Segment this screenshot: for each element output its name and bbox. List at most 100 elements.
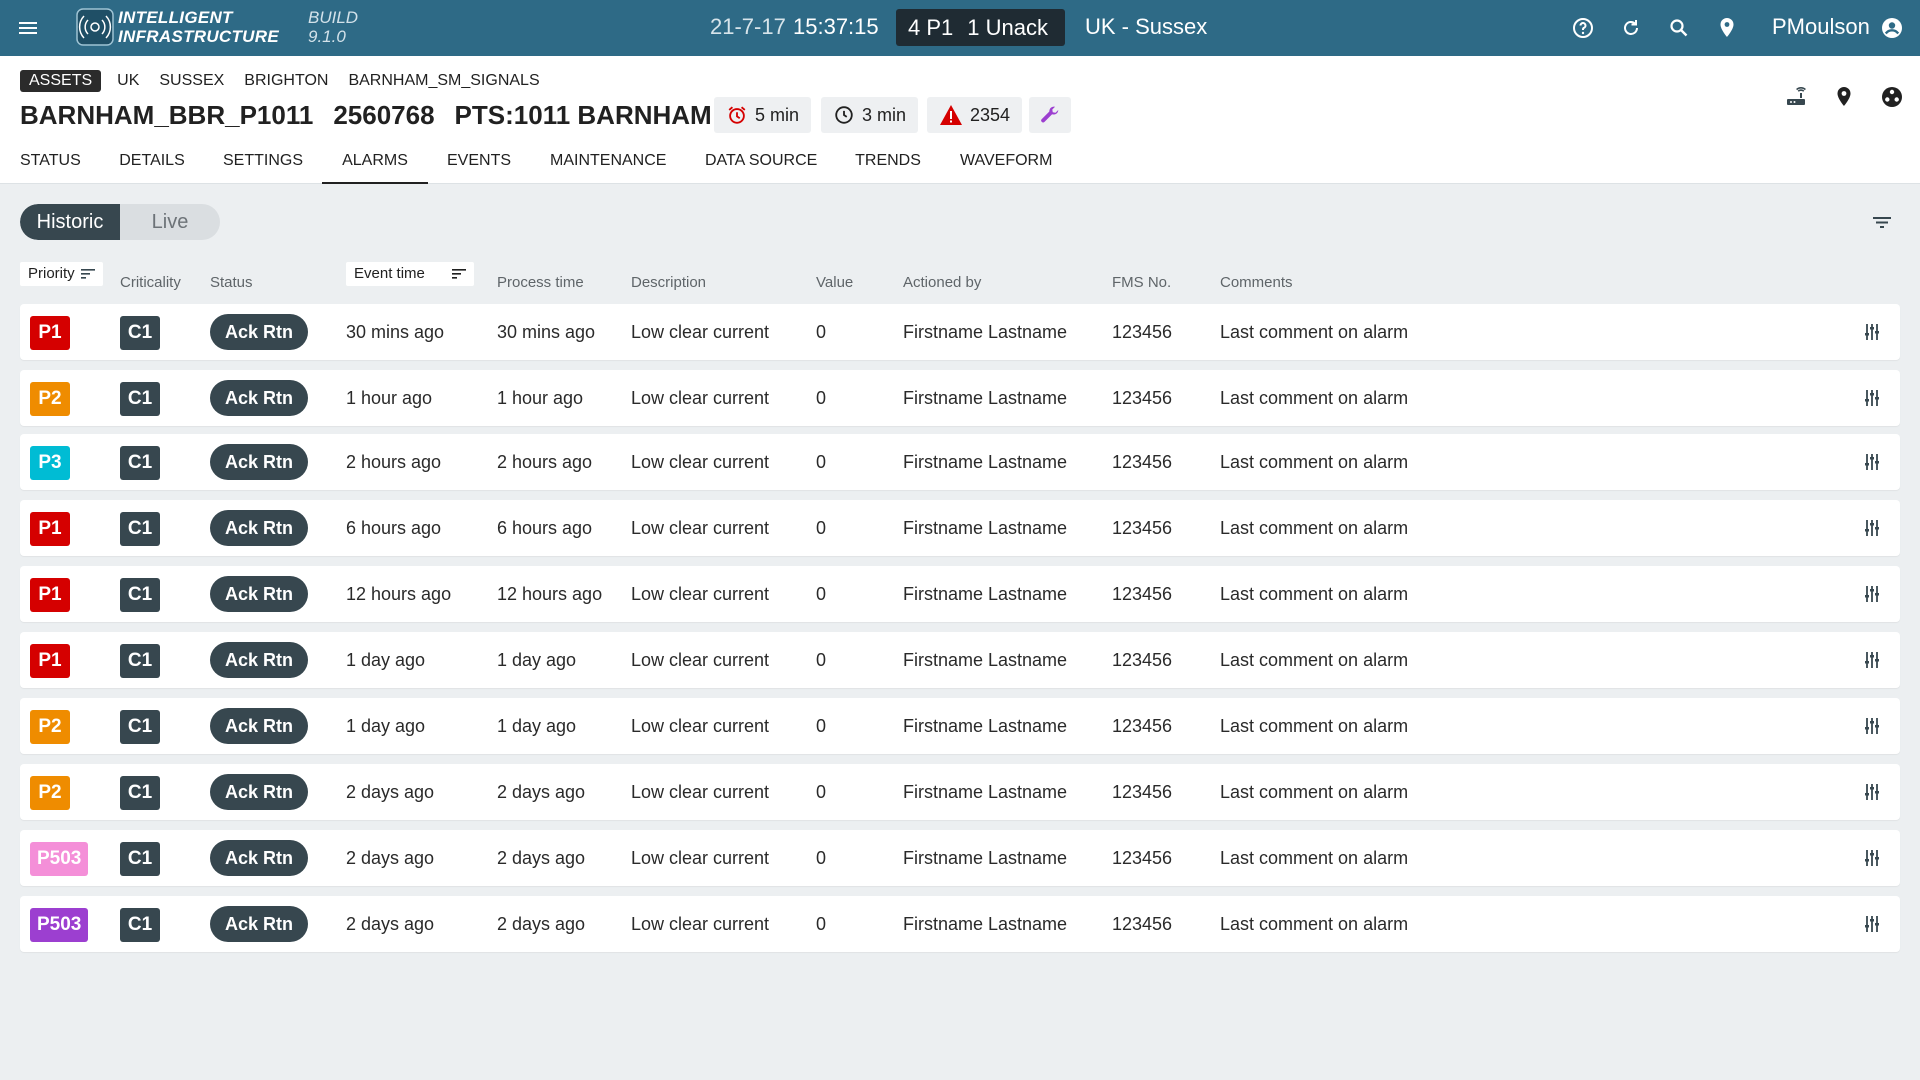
table-row[interactable]: P1 C1 Ack Rtn 12 hours ago 12 hours ago … (20, 566, 1900, 622)
value-column-header[interactable]: Value (816, 274, 853, 291)
breadcrumb-item[interactable]: BARNHAM_SM_SIGNALS (348, 72, 539, 90)
priority-column-header[interactable]: Priority (20, 262, 103, 286)
criticality-column-header[interactable]: Criticality (120, 274, 181, 291)
breadcrumb-item[interactable]: SUSSEX (159, 72, 224, 90)
tune-icon[interactable] (1860, 386, 1884, 410)
region-label[interactable]: UK - Sussex (1085, 14, 1207, 40)
process-time-cell: 2 hours ago (497, 452, 593, 472)
clock-interval-chip[interactable]: 3 min (821, 97, 919, 133)
tune-icon[interactable] (1860, 912, 1884, 936)
process-time-cell: 2 days ago (497, 782, 586, 802)
breadcrumb-item[interactable]: UK (117, 72, 139, 90)
hub-icon[interactable] (1880, 85, 1904, 109)
table-row[interactable]: P503 C1 Ack Rtn 2 days ago 2 days ago Lo… (20, 896, 1900, 952)
comments-cell: Last comment on alarm (1220, 388, 1409, 408)
map-pin-icon[interactable] (1832, 85, 1856, 109)
fms-no-cell: 123456 (1112, 848, 1173, 868)
value-cell: 0 (816, 848, 827, 868)
table-row[interactable]: P1 C1 Ack Rtn 6 hours ago 6 hours ago Lo… (20, 500, 1900, 556)
value-cell: 0 (816, 650, 827, 670)
tune-icon[interactable] (1860, 516, 1884, 540)
tune-icon[interactable] (1860, 714, 1884, 738)
breadcrumb-assets-tag[interactable]: ASSETS (20, 70, 102, 92)
location-pin-icon[interactable] (1715, 16, 1739, 40)
comments-column-header[interactable]: Comments (1220, 274, 1293, 291)
help-icon[interactable] (1571, 16, 1595, 40)
build-version: 9.1.0 (308, 27, 346, 46)
criticality-badge: C1 (120, 446, 160, 480)
description-column-header[interactable]: Description (631, 274, 706, 291)
tab-maintenance[interactable]: MAINTENANCE (550, 144, 666, 184)
table-row[interactable]: P503 C1 Ack Rtn 2 days ago 2 days ago Lo… (20, 830, 1900, 886)
value-cell: 0 (816, 716, 827, 736)
comments-cell: Last comment on alarm (1220, 848, 1409, 868)
warning-count-chip[interactable]: 2354 (927, 97, 1023, 133)
table-row[interactable]: P2 C1 Ack Rtn 1 day ago 1 day ago Low cl… (20, 698, 1900, 754)
p1-count: 4 P1 (908, 15, 954, 40)
refresh-icon[interactable] (1619, 16, 1643, 40)
description-cell: Low clear current (631, 782, 770, 802)
status-pill[interactable]: Ack Rtn (210, 510, 308, 546)
table-row[interactable]: P2 C1 Ack Rtn 2 days ago 2 days ago Low … (20, 764, 1900, 820)
status-pill[interactable]: Ack Rtn (210, 642, 308, 678)
breadcrumb-item[interactable]: BRIGHTON (244, 72, 328, 90)
account-circle-icon[interactable] (1880, 16, 1904, 40)
tune-icon[interactable] (1860, 648, 1884, 672)
fms-no-cell: 123456 (1112, 584, 1173, 604)
tab-trends[interactable]: TRENDS (855, 144, 921, 184)
tab-alarms[interactable]: ALARMS (322, 144, 428, 184)
tune-icon[interactable] (1860, 780, 1884, 804)
historic-toggle-button[interactable]: Historic (20, 204, 120, 240)
fms-no-column-header[interactable]: FMS No. (1112, 274, 1171, 291)
status-pill[interactable]: Ack Rtn (210, 576, 308, 612)
fms-no-cell: 123456 (1112, 650, 1173, 670)
status-pill[interactable]: Ack Rtn (210, 906, 308, 942)
event-time-column-header[interactable]: Event time (346, 262, 474, 286)
priority-header-label: Priority (28, 265, 75, 282)
tab-settings[interactable]: SETTINGS (222, 144, 304, 184)
status-pill[interactable]: Ack Rtn (210, 840, 308, 876)
table-row[interactable]: P3 C1 Ack Rtn 2 hours ago 2 hours ago Lo… (20, 434, 1900, 490)
menu-icon[interactable] (16, 16, 40, 40)
tune-icon[interactable] (1860, 450, 1884, 474)
current-date: 21-7-17 (710, 14, 786, 39)
alarm-summary-chip[interactable]: 4 P1 1 Unack (896, 9, 1065, 46)
tune-icon[interactable] (1860, 582, 1884, 606)
tab-details[interactable]: DETAILS (118, 144, 186, 184)
search-icon[interactable] (1667, 16, 1691, 40)
status-pill[interactable]: Ack Rtn (210, 708, 308, 744)
process-time-cell: 1 day ago (497, 716, 577, 736)
tab-data-source[interactable]: DATA SOURCE (705, 144, 817, 184)
filter-icon[interactable] (1870, 210, 1894, 234)
current-time: 15:37:15 (793, 14, 879, 39)
username[interactable]: PMoulson (1772, 14, 1870, 40)
maintenance-chip[interactable] (1029, 97, 1071, 133)
status-column-header[interactable]: Status (210, 274, 253, 291)
status-pill[interactable]: Ack Rtn (210, 774, 308, 810)
status-pill[interactable]: Ack Rtn (210, 380, 308, 416)
value-cell: 0 (816, 452, 827, 472)
status-pill[interactable]: Ack Rtn (210, 314, 308, 350)
priority-badge: P2 (30, 776, 70, 810)
router-icon[interactable] (1784, 85, 1808, 109)
table-row[interactable]: P1 C1 Ack Rtn 1 day ago 1 day ago Low cl… (20, 632, 1900, 688)
actioned-by-cell: Firstname Lastname (903, 518, 1068, 538)
criticality-badge: C1 (120, 316, 160, 350)
process-time-column-header[interactable]: Process time (497, 274, 584, 291)
event-time-header-label: Event time (354, 265, 425, 282)
table-row[interactable]: P1 C1 Ack Rtn 30 mins ago 30 mins ago Lo… (20, 304, 1900, 360)
actioned-by-cell: Firstname Lastname (903, 848, 1068, 868)
tune-icon[interactable] (1860, 846, 1884, 870)
alarm-interval-chip[interactable]: 5 min (714, 97, 812, 133)
live-toggle-button[interactable]: Live (120, 204, 220, 240)
tab-waveform[interactable]: WAVEFORM (960, 144, 1052, 184)
process-time-cell: 30 mins ago (497, 322, 596, 342)
actioned-by-column-header[interactable]: Actioned by (903, 274, 981, 291)
table-row[interactable]: P2 C1 Ack Rtn 1 hour ago 1 hour ago Low … (20, 370, 1900, 426)
event-time-cell: 1 day ago (346, 716, 426, 736)
status-pill[interactable]: Ack Rtn (210, 444, 308, 480)
tune-icon[interactable] (1860, 320, 1884, 344)
event-time-cell: 2 hours ago (346, 452, 442, 472)
tab-events[interactable]: EVENTS (447, 144, 511, 184)
tab-status[interactable]: STATUS (20, 144, 81, 184)
